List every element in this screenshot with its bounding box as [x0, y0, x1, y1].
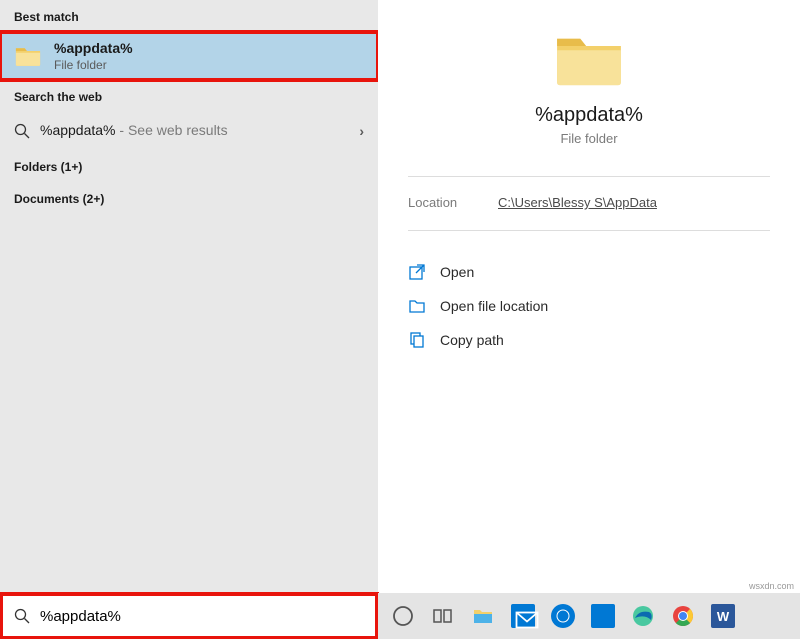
search-bar[interactable] [0, 593, 378, 639]
chevron-right-icon: › [359, 123, 364, 139]
web-result-text: %appdata% - See web results [40, 122, 228, 140]
search-input[interactable] [40, 608, 364, 625]
open-label: Open [440, 264, 474, 280]
search-results-panel: Best match %appdata% File folder Search … [0, 0, 378, 593]
search-web-label: Search the web [0, 80, 378, 112]
cortana-icon[interactable] [386, 599, 420, 633]
word-icon[interactable]: W [706, 599, 740, 633]
dell-icon[interactable] [546, 599, 580, 633]
location-path-link[interactable]: C:\Users\Blessy S\AppData [498, 195, 657, 210]
mail-icon[interactable] [506, 599, 540, 633]
chrome-icon[interactable] [666, 599, 700, 633]
actions-list: Open Open file location Copy path [408, 255, 770, 357]
search-icon [14, 123, 30, 139]
documents-section-label[interactable]: Documents (2+) [0, 182, 378, 214]
file-explorer-icon[interactable] [466, 599, 500, 633]
open-action[interactable]: Open [408, 255, 770, 289]
open-location-label: Open file location [440, 298, 548, 314]
copy-path-label: Copy path [440, 332, 504, 348]
edge-icon[interactable] [626, 599, 660, 633]
preview-title: %appdata% [408, 104, 770, 127]
divider [408, 230, 770, 231]
taskbar: W [378, 593, 800, 639]
preview-panel: %appdata% File folder Location C:\Users\… [378, 0, 800, 593]
folder-icon [14, 45, 42, 67]
location-row: Location C:\Users\Blessy S\AppData [408, 195, 770, 210]
folder-icon-large [553, 30, 625, 88]
location-label: Location [408, 195, 498, 210]
preview-subtitle: File folder [408, 131, 770, 146]
folders-section-label[interactable]: Folders (1+) [0, 150, 378, 182]
copy-path-action[interactable]: Copy path [408, 323, 770, 357]
result-text: %appdata% File folder [54, 40, 364, 72]
task-view-icon[interactable] [426, 599, 460, 633]
folder-location-icon [408, 297, 426, 315]
open-icon [408, 263, 426, 281]
search-icon [14, 608, 30, 624]
open-location-action[interactable]: Open file location [408, 289, 770, 323]
result-title: %appdata% [54, 40, 364, 56]
watermark: wsxdn.com [749, 581, 794, 591]
store-icon[interactable] [586, 599, 620, 633]
divider [408, 176, 770, 177]
web-search-result[interactable]: %appdata% - See web results › [0, 112, 378, 150]
result-subtitle: File folder [54, 58, 364, 72]
best-match-label: Best match [0, 0, 378, 32]
copy-icon [408, 331, 426, 349]
best-match-result[interactable]: %appdata% File folder [0, 32, 378, 80]
